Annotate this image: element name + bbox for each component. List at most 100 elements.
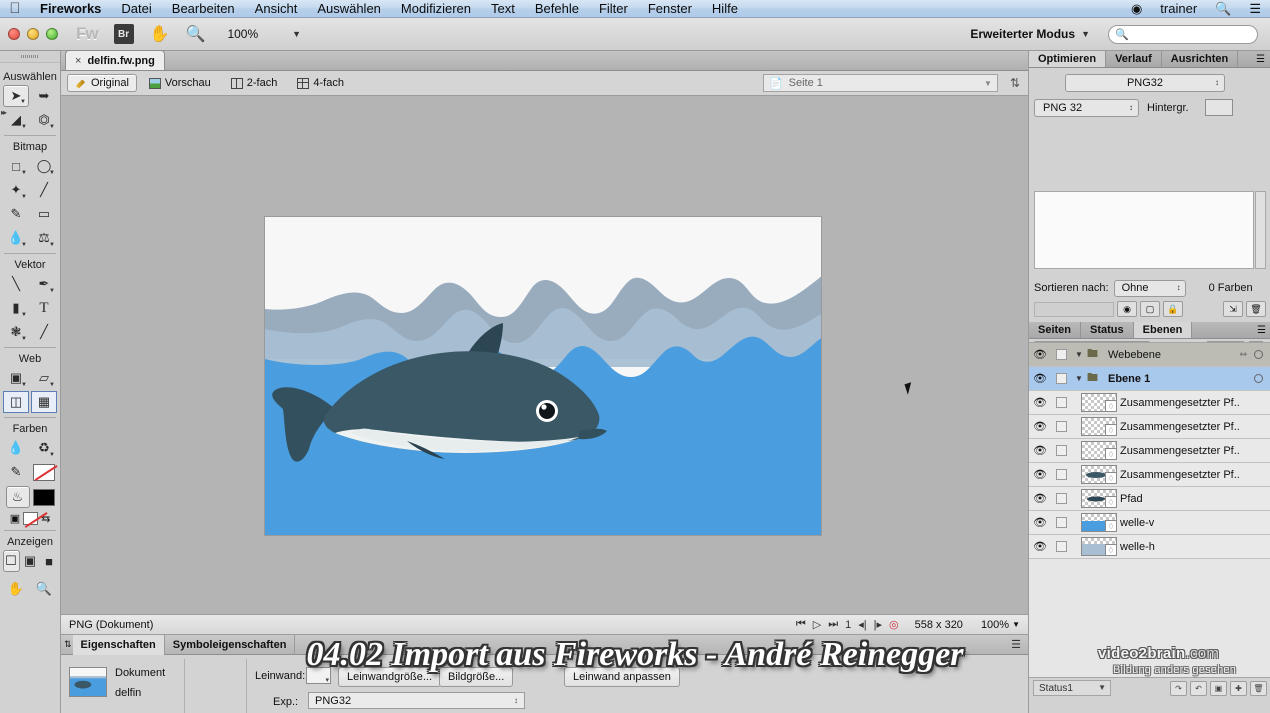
pen-tool[interactable]: ✒ ▼ [31, 273, 57, 295]
menu-item-datei[interactable]: Datei [111, 0, 161, 18]
fill-color-tool[interactable]: ♨ [5, 486, 30, 508]
lock-toggle[interactable] [1051, 469, 1071, 480]
line-tool[interactable]: ╲ [3, 273, 29, 295]
hand-tool[interactable]: ✋ [3, 578, 29, 600]
new-status-icon[interactable]: ↷ [1170, 680, 1187, 696]
last-frame-icon[interactable]: ⏭ [828, 618, 838, 631]
visibility-eye-icon[interactable]: 👁 [1029, 540, 1051, 553]
lock-toggle[interactable] [1051, 445, 1071, 456]
blur-tool[interactable]: 💧 ▼ [3, 227, 29, 249]
default-colors-icon[interactable]: ▣ [10, 512, 20, 525]
menu-item-filter[interactable]: Filter [589, 0, 638, 18]
rubber-stamp-tool[interactable]: ⚖ ▼ [31, 227, 57, 249]
fill-color-swatch[interactable] [32, 488, 55, 506]
table-row[interactable]: 👁 ♢ Zusammengesetzter Pf.. [1029, 463, 1270, 487]
matte-color-swatch[interactable] [1205, 99, 1233, 116]
view-tab-4fach[interactable]: 4-fach [289, 74, 352, 92]
table-row[interactable]: 👁 ♢ welle-h [1029, 535, 1270, 559]
image-size-button[interactable]: Bildgröße... [439, 667, 514, 687]
marquee-tool[interactable]: □ ▼ [3, 155, 29, 177]
stroke-color-tool[interactable]: ✎ [3, 461, 29, 483]
first-frame-icon[interactable]: ⏮ [796, 618, 806, 631]
menu-item-text[interactable]: Text [481, 0, 525, 18]
tab-eigenschaften[interactable]: Eigenschaften [72, 634, 165, 655]
freeform-tool[interactable]: ❃ ▼ [3, 321, 29, 343]
lock-icon[interactable]: 🔒 [1163, 301, 1183, 317]
transparency-icon[interactable]: ▢ [1140, 301, 1160, 317]
page-select[interactable]: 📄 Seite 1 ▼ [762, 74, 998, 92]
subselect-tool[interactable]: ➥ [31, 85, 57, 107]
table-row[interactable]: 👁 ♢ Zusammengesetzter Pf.. [1029, 415, 1270, 439]
visibility-eye-icon[interactable]: 👁 [1029, 444, 1051, 457]
zoom-level-label[interactable]: 100% [227, 27, 258, 41]
color-wheel-icon[interactable]: ◉ [1117, 301, 1137, 317]
twisty-icon[interactable]: ▼ [1071, 374, 1087, 383]
sync-icon[interactable]: ◉ [1122, 0, 1151, 18]
toolbar-search-box[interactable]: 🔍 [1108, 24, 1258, 44]
twisty-icon[interactable]: ▼ [1071, 350, 1087, 359]
bridge-button[interactable]: Br [113, 24, 134, 44]
rectangle-tool[interactable]: ▮ ▼ [3, 297, 29, 319]
stop-icon[interactable]: ◎ [889, 618, 899, 631]
hand-icon[interactable]: ✋ [150, 24, 170, 44]
brush-tool[interactable]: ╱ [31, 179, 57, 201]
full-screen-tool[interactable]: ▣ [22, 550, 39, 572]
hotspot-tool[interactable]: ▣ ▼ [3, 367, 29, 389]
eraser-tool[interactable]: ▭ [31, 203, 57, 225]
active-layer-radio[interactable] [1254, 374, 1263, 383]
lasso-tool[interactable]: ◯ ▼ [31, 155, 57, 177]
document-tab[interactable]: × delfin.fw.png [65, 50, 165, 70]
current-frame-label[interactable]: 1 [845, 619, 851, 631]
canvas-color-swatch[interactable] [306, 667, 331, 684]
panel-menu-icon[interactable]: ☰ [1011, 638, 1028, 651]
crop-tool[interactable]: ⏣ ▼ [31, 109, 57, 131]
panel-menu-icon-layers[interactable]: ☰ [1251, 322, 1270, 338]
list-icon[interactable]: ☰ [1240, 0, 1270, 18]
tab-verlauf[interactable]: Verlauf [1106, 51, 1162, 67]
table-row[interactable]: 👁 ♢ welle-v [1029, 511, 1270, 535]
advanced-mode-label[interactable]: Erweiterter Modus [970, 27, 1075, 41]
export-format-select[interactable]: PNG32 ↕ [308, 692, 525, 709]
view-tab-original[interactable]: Original [67, 74, 137, 92]
visibility-eye-icon[interactable]: 👁 [1029, 396, 1051, 409]
table-row[interactable]: 👁 ▼ 🖿 Webebene ⇿ [1029, 343, 1270, 367]
menu-item-modifizieren[interactable]: Modifizieren [391, 0, 481, 18]
visibility-eye-icon[interactable]: 👁 [1029, 492, 1051, 505]
color-palette-scrollbar[interactable] [1255, 191, 1266, 269]
knife-tool[interactable]: ╱ [31, 321, 57, 343]
visibility-eye-icon[interactable]: 👁 [1029, 516, 1051, 529]
tab-seiten[interactable]: Seiten [1029, 322, 1082, 338]
pencil-tool[interactable]: ✎ [3, 203, 29, 225]
full-screen-nomenu-tool[interactable]: ■ [41, 550, 58, 572]
delete-color-icon[interactable]: 🗑 [1246, 301, 1266, 317]
canvas-size-button[interactable]: Leinwandgröße... [338, 667, 441, 687]
menu-item-bearbeiten[interactable]: Bearbeiten [162, 0, 245, 18]
artboard-canvas[interactable] [264, 216, 822, 536]
link-icon[interactable]: ⇿ [1239, 349, 1247, 360]
lock-toggle[interactable] [1051, 517, 1071, 528]
color-palette-pane[interactable] [1034, 191, 1254, 269]
view-tab-vorschau[interactable]: Vorschau [141, 74, 219, 92]
no-fill-icon[interactable] [23, 512, 39, 525]
active-layer-radio[interactable] [1254, 350, 1263, 359]
magic-wand-tool[interactable]: ✦ ▼ [3, 179, 29, 201]
tab-optimieren[interactable]: Optimieren [1029, 51, 1107, 67]
tab-ebenen[interactable]: Ebenen [1133, 322, 1193, 338]
fit-canvas-button[interactable]: Leinwand anpassen [564, 667, 680, 687]
hide-slices-tool[interactable]: ◫ [3, 391, 29, 413]
optimize-preset-select[interactable]: PNG32 ↕ [1065, 74, 1225, 92]
palette-field[interactable] [1034, 301, 1114, 317]
duplicate-status-icon[interactable]: ↶ [1190, 680, 1207, 696]
menu-item-auswaehlen[interactable]: Auswählen [307, 0, 391, 18]
visibility-eye-icon[interactable]: 👁 [1029, 420, 1051, 433]
tab-status[interactable]: Status [1081, 322, 1134, 338]
magnifier-icon[interactable]: 🔍 [186, 24, 206, 44]
eyedropper-tool[interactable]: 💧 [3, 437, 29, 459]
status-select-footer[interactable]: Status1 ▼ [1033, 680, 1111, 696]
maximize-window-button[interactable] [46, 28, 58, 40]
zoom-tool[interactable]: 🔍 [31, 578, 57, 600]
updown-sort-icon[interactable]: ⇅ [1010, 76, 1020, 90]
lock-toggle[interactable] [1051, 493, 1071, 504]
standard-screen-tool[interactable]: ☐ [2, 550, 20, 572]
tab-ausrichten[interactable]: Ausrichten [1162, 51, 1239, 67]
